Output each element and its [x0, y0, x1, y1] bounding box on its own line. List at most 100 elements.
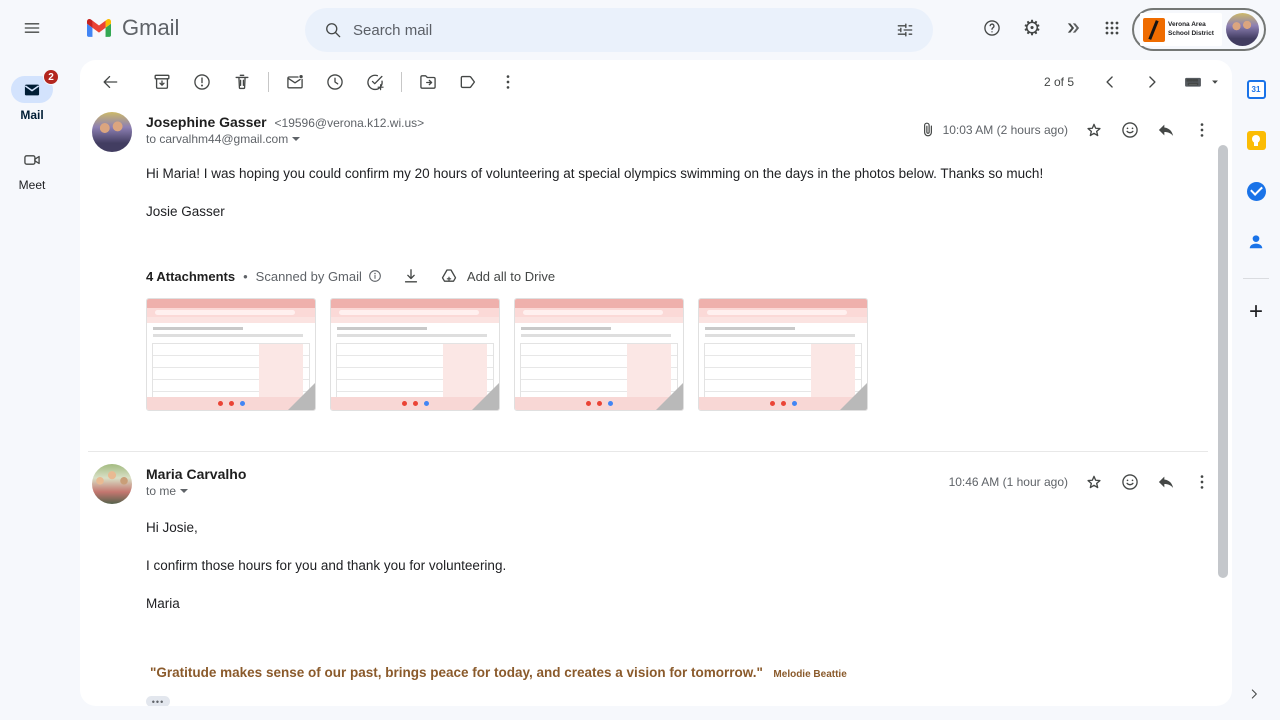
message-2-body: Hi Josie, I confirm those hours for you …: [80, 504, 1232, 611]
chevron-right-icon: [1149, 76, 1156, 88]
profile-avatar: [1226, 13, 1259, 46]
message-timestamp: 10:03 AM (2 hours ago): [942, 123, 1068, 137]
signature-quote: "Gratitude makes sense of our past, brin…: [80, 634, 1232, 682]
fold-corner: [288, 383, 315, 410]
info-icon[interactable]: [367, 266, 383, 286]
star-icon: [1087, 475, 1101, 489]
topbar-actions: ⚙: [972, 8, 1132, 48]
archive-button[interactable]: [142, 62, 182, 102]
hamburger-icon: [24, 23, 40, 33]
sender-email: <19596@verona.k12.wi.us>: [274, 116, 425, 130]
attachment-thumbnails: [80, 286, 1232, 411]
add-all-to-drive-button[interactable]: Add all to Drive: [439, 266, 555, 286]
sidebar-item-mail[interactable]: 2 Mail: [11, 69, 59, 122]
toolbar-divider: [268, 72, 269, 92]
older-button[interactable]: [1132, 62, 1172, 102]
main-menu-button[interactable]: [12, 8, 52, 48]
sender-avatar[interactable]: [92, 464, 132, 504]
search-options-button[interactable]: [885, 10, 925, 50]
attachment-thumbnail-4[interactable]: [698, 298, 868, 411]
message-1-who: Josephine Gasser <19596@verona.k12.wi.us…: [146, 112, 424, 146]
recipient-details-button[interactable]: to carvalhm44@gmail.com: [146, 132, 424, 146]
emoji-icon: [1122, 474, 1138, 490]
tasks-panel-button[interactable]: [1238, 173, 1274, 209]
video-camera-icon: [24, 154, 40, 165]
dot-separator: •: [243, 268, 248, 284]
add-all-label: Add all to Drive: [466, 268, 556, 284]
reply-button-icon[interactable]: [1148, 464, 1184, 500]
message-1: Josephine Gasser <19596@verona.k12.wi.us…: [80, 104, 1232, 452]
settings-button[interactable]: ⚙: [1012, 8, 1052, 48]
keep-panel-button[interactable]: [1238, 122, 1274, 158]
mark-unread-button[interactable]: [275, 62, 315, 102]
attachment-thumbnail-3[interactable]: [514, 298, 684, 411]
add-task-icon: [367, 74, 384, 91]
org-name: Verona Area School District: [1168, 21, 1214, 37]
message-2: Maria Carvalho to me 10:46 AM (1 hour ag…: [80, 452, 1232, 706]
search-button[interactable]: [313, 10, 353, 50]
get-addons-button[interactable]: +: [1238, 294, 1274, 330]
scrollbar-thumb[interactable]: [1218, 145, 1228, 578]
caret-down-icon: [1212, 80, 1218, 84]
caret-down-icon: [292, 137, 301, 141]
sender-avatar[interactable]: [92, 112, 132, 152]
search-bar[interactable]: [305, 8, 933, 52]
google-apps-button[interactable]: [1092, 8, 1132, 48]
snooze-button[interactable]: [315, 62, 355, 102]
recipient-details-button[interactable]: to me: [146, 484, 246, 498]
add-to-tasks-button[interactable]: [355, 62, 395, 102]
meet-label: Meet: [18, 178, 46, 192]
contacts-panel-button[interactable]: [1238, 224, 1274, 260]
download-all-button[interactable]: [401, 266, 421, 286]
report-spam-icon: [194, 74, 210, 90]
more-message-button[interactable]: [1184, 112, 1220, 148]
chevron-right-icon: [1251, 689, 1257, 699]
message-2-header: Maria Carvalho to me 10:46 AM (1 hour ag…: [80, 452, 1232, 504]
back-button[interactable]: [90, 62, 130, 102]
calendar-panel-button[interactable]: 31: [1238, 71, 1274, 107]
account-button[interactable]: Verona Area School District: [1132, 8, 1266, 51]
show-side-panel-button[interactable]: [1242, 682, 1266, 706]
help-button[interactable]: [972, 8, 1012, 48]
mark-unread-icon: [287, 74, 304, 89]
more-toolbar-button[interactable]: [488, 62, 528, 102]
message-1-body: Hi Maria! I was hoping you could confirm…: [80, 152, 1232, 219]
emoji-icon: [1122, 122, 1138, 138]
message-2-meta: 10:46 AM (1 hour ago): [943, 464, 1220, 500]
drive-add-icon: [441, 269, 457, 282]
toolbar-divider: [401, 72, 402, 92]
quote-text: "Gratitude makes sense of our past, brin…: [150, 665, 763, 680]
more-message-button[interactable]: [1184, 464, 1220, 500]
delete-button[interactable]: [222, 62, 262, 102]
sidebar-item-meet[interactable]: Meet: [11, 146, 53, 192]
star-button[interactable]: [1076, 112, 1112, 148]
emoji-reaction-button[interactable]: [1112, 464, 1148, 500]
message-1-meta: 10:03 AM (2 hours ago): [919, 112, 1220, 148]
top-bar: Gmail ⚙: [0, 0, 1280, 56]
input-tools-button[interactable]: [1180, 72, 1222, 92]
report-spam-button[interactable]: [182, 62, 222, 102]
workspace-button[interactable]: [1052, 8, 1092, 48]
attachment-thumbnail-1[interactable]: [146, 298, 316, 411]
labels-button[interactable]: [448, 62, 488, 102]
move-to-button[interactable]: [408, 62, 448, 102]
attachment-thumbnail-2[interactable]: [330, 298, 500, 411]
search-input[interactable]: [353, 21, 885, 39]
attachments-header: 4 Attachments • Scanned by Gmail Add all…: [80, 242, 1232, 286]
gmail-logo[interactable]: Gmail: [84, 8, 179, 48]
mail-label: Mail: [20, 108, 44, 122]
workspace-icon: [1067, 23, 1080, 33]
folder-move-icon: [420, 75, 436, 89]
more-vert-icon: [1200, 475, 1204, 489]
star-button[interactable]: [1076, 464, 1112, 500]
emoji-reaction-button[interactable]: [1112, 112, 1148, 148]
newer-button[interactable]: [1090, 62, 1130, 102]
toolbar-right: 2 of 5: [1044, 62, 1222, 102]
sender-name: Josephine Gasser: [146, 114, 267, 130]
left-rail: 2 Mail Meet: [0, 56, 64, 720]
recipient-label: to carvalhm44@gmail.com: [146, 132, 289, 146]
body-paragraph: I confirm those hours for you and thank …: [146, 558, 507, 573]
reply-button-icon[interactable]: [1148, 112, 1184, 148]
gear-icon: ⚙: [1022, 15, 1042, 40]
show-trimmed-content-button[interactable]: •••: [146, 696, 170, 706]
